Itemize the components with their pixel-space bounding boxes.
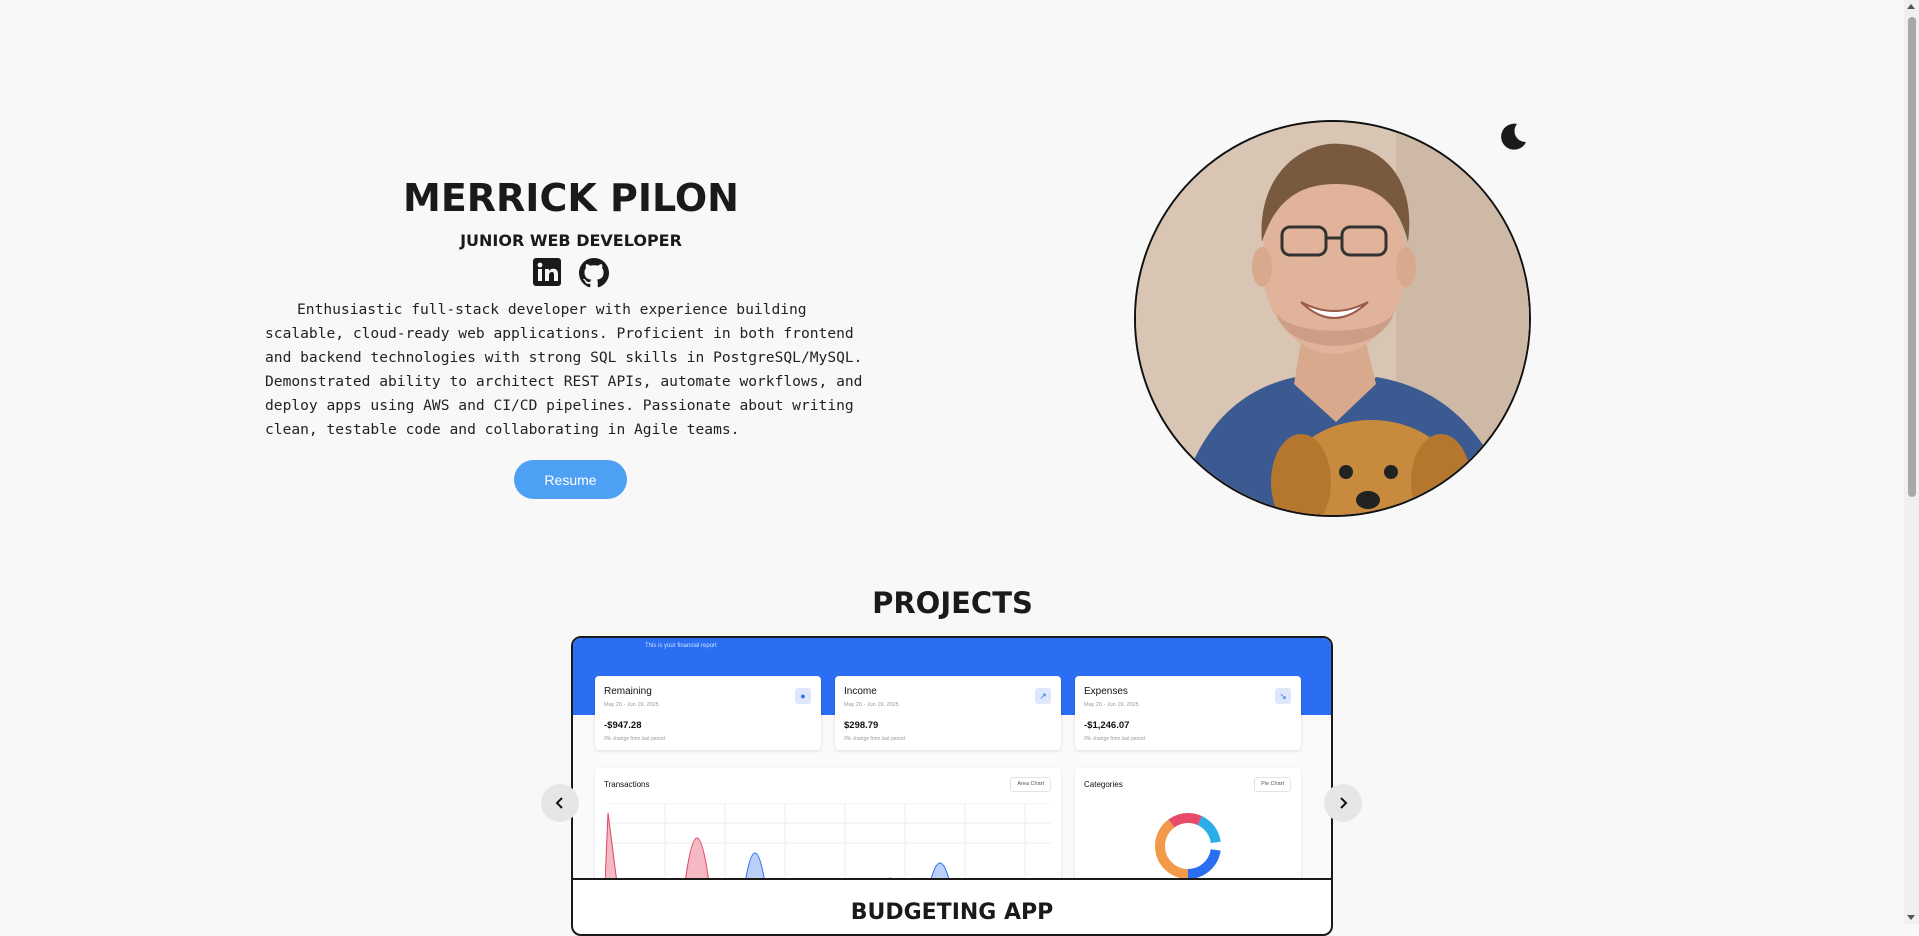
chevron-left-icon <box>555 797 563 809</box>
resume-button[interactable]: Resume <box>514 460 627 499</box>
kpi-title: Income <box>844 686 877 697</box>
kpi-card-income: Income May 20 - Jun 19, 2025 $298.79 0% … <box>835 676 1061 750</box>
bio-text: Enthusiastic full-stack developer with e… <box>265 301 863 438</box>
trending-up-icon: ↗ <box>1035 688 1051 704</box>
scroll-down-arrow[interactable] <box>1907 915 1915 920</box>
moon-icon <box>1501 123 1526 150</box>
kpi-title: Remaining <box>604 686 652 697</box>
categories-donut-chart <box>1155 813 1221 878</box>
theme-toggle[interactable] <box>1498 122 1528 156</box>
linkedin-link[interactable] <box>533 258 561 288</box>
kpi-card-remaining: Remaining May 20 - Jun 19, 2025 -$947.28… <box>595 676 821 750</box>
scrollbar-thumb[interactable] <box>1908 17 1916 497</box>
chart-type-select: Pie Chart <box>1254 777 1291 792</box>
project-title: BUDGETING APP <box>573 878 1331 925</box>
kpi-value: -$1,246.07 <box>1084 720 1130 731</box>
kpi-note: 0% change from last period <box>1084 736 1145 742</box>
projects-heading: PROJECTS <box>872 586 1033 620</box>
page-scrollbar[interactable] <box>1904 0 1919 924</box>
profile-photo-illustration <box>1136 122 1529 515</box>
chevron-right-icon <box>1340 797 1348 809</box>
transactions-panel: Transactions Area Chart <box>595 768 1061 878</box>
kpi-note: 0% change from last period <box>844 736 905 742</box>
carousel-prev-button[interactable] <box>541 784 579 822</box>
project-card[interactable]: This is your financial report Remaining … <box>571 636 1333 936</box>
kpi-date: May 20 - Jun 19, 2025 <box>1084 702 1139 708</box>
github-icon <box>579 258 609 288</box>
kpi-date: May 20 - Jun 19, 2025 <box>604 702 659 708</box>
github-link[interactable] <box>579 258 609 288</box>
profile-photo <box>1134 120 1531 517</box>
piggy-bank-icon: ● <box>795 688 811 704</box>
screenshot-header-text: This is your financial report <box>645 643 717 649</box>
kpi-title: Expenses <box>1084 686 1128 697</box>
chart-type-select: Area Chart <box>1010 777 1051 792</box>
trending-down-icon: ↘ <box>1275 688 1291 704</box>
kpi-card-expenses: Expenses May 20 - Jun 19, 2025 -$1,246.0… <box>1075 676 1301 750</box>
panel-title: Categories <box>1084 780 1123 789</box>
kpi-date: May 20 - Jun 19, 2025 <box>844 702 899 708</box>
carousel-next-button[interactable] <box>1324 784 1362 822</box>
kpi-value: $298.79 <box>844 720 879 731</box>
page-title: MERRICK PILON <box>403 176 739 220</box>
kpi-value: -$947.28 <box>604 720 642 731</box>
categories-panel: Categories Pie Chart <box>1075 768 1301 878</box>
scroll-up-arrow[interactable] <box>1907 4 1915 9</box>
job-title: JUNIOR WEB DEVELOPER <box>460 231 682 250</box>
linkedin-icon <box>533 258 561 286</box>
kpi-note: 0% change from last period <box>604 736 665 742</box>
project-screenshot: This is your financial report Remaining … <box>573 638 1331 878</box>
panel-title: Transactions <box>604 780 650 789</box>
transactions-area-chart <box>605 803 1051 878</box>
social-links <box>265 258 877 288</box>
